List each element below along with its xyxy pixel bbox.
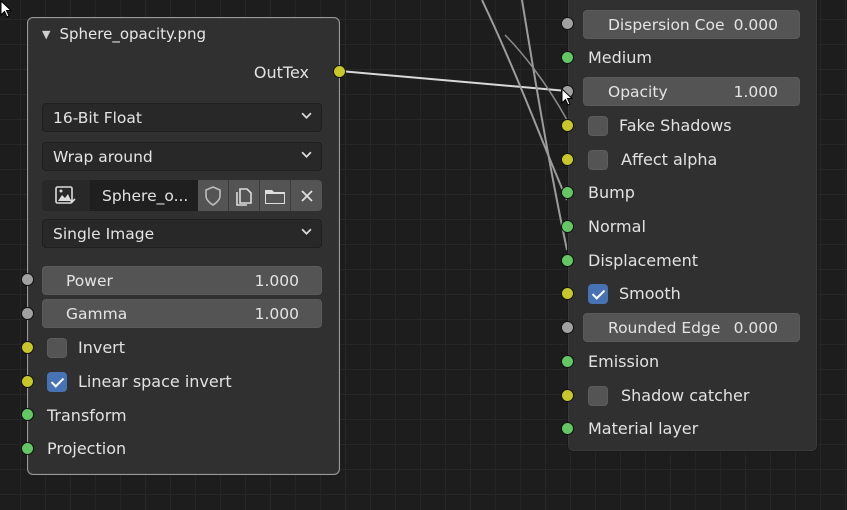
node-header[interactable]: ▼ Sphere_opacity.png (28, 18, 339, 50)
fake-shadows-checkbox[interactable] (588, 116, 608, 136)
normal-label: Normal (588, 217, 646, 236)
outtex-label: OutTex (253, 63, 309, 82)
dispersion-value: 0.000 (733, 15, 778, 34)
smooth-checkbox[interactable] (588, 284, 608, 304)
invert-socket[interactable] (21, 341, 34, 354)
shadow-catcher-label: Shadow catcher (621, 386, 750, 405)
mouse-pointer-icon (0, 0, 12, 18)
rounded-edge-label: Rounded Edge (608, 318, 721, 337)
node-title: Sphere_opacity.png (59, 25, 207, 43)
dispersion-socket[interactable] (561, 17, 574, 30)
outtex-socket[interactable] (333, 65, 346, 78)
rounded-edge-field[interactable]: Rounded Edge 0.000 (583, 313, 800, 342)
chevron-down-icon (301, 151, 312, 158)
fake-shadows-label: Fake Shadows (619, 116, 732, 135)
link-outtex-opacity (339, 70, 568, 92)
normal-socket[interactable] (561, 220, 574, 233)
image-name: Sphere_o... (102, 186, 189, 205)
collapse-arrow-icon[interactable]: ▼ (42, 28, 50, 41)
chevron-down-icon (301, 228, 312, 235)
affect-alpha-socket[interactable] (561, 153, 574, 166)
chevron-down-icon (301, 112, 312, 119)
unlink-image-button[interactable] (291, 180, 322, 211)
opacity-field[interactable]: Opacity 1.000 (583, 77, 800, 106)
image-selector-row: Sphere_o... (42, 180, 322, 211)
rounded-edge-value: 0.000 (733, 318, 778, 337)
gamma-field[interactable]: Gamma 1.000 (42, 299, 322, 328)
new-image-button[interactable] (229, 180, 260, 211)
image-browse-button[interactable] (42, 180, 91, 211)
affect-alpha-label: Affect alpha (621, 150, 718, 169)
shadow-catcher-checkbox[interactable] (588, 386, 608, 406)
power-label: Power (66, 271, 113, 290)
shield-icon (205, 185, 221, 206)
power-socket[interactable] (21, 273, 34, 286)
duplicate-icon (236, 187, 252, 206)
wrap-mode-dropdown[interactable]: Wrap around (42, 142, 322, 171)
image-name-field[interactable]: Sphere_o... (91, 180, 198, 211)
linear-space-invert-label: Linear space invert (78, 372, 232, 391)
close-icon (300, 189, 313, 202)
opacity-value: 1.000 (733, 82, 778, 101)
fake-user-button[interactable] (198, 180, 229, 211)
link-upper-c (504, 34, 568, 121)
power-field[interactable]: Power 1.000 (42, 266, 322, 295)
power-value: 1.000 (254, 271, 299, 290)
transform-label: Transform (47, 406, 127, 425)
medium-label: Medium (588, 48, 652, 67)
image-icon (55, 185, 76, 204)
smooth-label: Smooth (619, 284, 681, 303)
affect-alpha-checkbox[interactable] (588, 150, 608, 170)
bump-socket[interactable] (561, 186, 574, 199)
gamma-label: Gamma (66, 304, 128, 323)
bump-label: Bump (588, 183, 635, 202)
transform-socket[interactable] (21, 408, 34, 421)
dispersion-field[interactable]: Dispersion Coe 0.000 (583, 10, 800, 39)
shadow-catcher-socket[interactable] (561, 389, 574, 402)
material-layer-socket[interactable] (561, 422, 574, 435)
material-node[interactable]: Dispersion Coe 0.000 Medium Opacity 1.00… (567, 0, 818, 452)
invert-label: Invert (78, 338, 126, 357)
bit-depth-value: 16-Bit Float (53, 108, 142, 127)
image-type-value: Single Image (53, 224, 155, 243)
open-image-button[interactable] (260, 180, 291, 211)
gamma-value: 1.000 (254, 304, 299, 323)
rounded-edge-socket[interactable] (561, 321, 574, 334)
linear-space-invert-socket[interactable] (21, 375, 34, 388)
folder-icon (265, 189, 285, 204)
link-upper-a (481, 0, 568, 201)
bit-depth-dropdown[interactable]: 16-Bit Float (42, 103, 322, 132)
gamma-socket[interactable] (21, 307, 34, 320)
emission-socket[interactable] (561, 355, 574, 368)
projection-label: Projection (47, 439, 127, 458)
dispersion-label: Dispersion Coe (608, 15, 725, 34)
projection-socket[interactable] (21, 442, 34, 455)
fake-shadows-socket[interactable] (561, 119, 574, 132)
image-type-dropdown[interactable]: Single Image (42, 219, 322, 248)
emission-label: Emission (588, 352, 660, 371)
linear-space-invert-checkbox[interactable] (47, 372, 67, 392)
displacement-socket[interactable] (561, 254, 574, 267)
wrap-mode-value: Wrap around (53, 147, 153, 166)
image-texture-node[interactable]: ▼ Sphere_opacity.png OutTex 16-Bit Float… (27, 17, 340, 475)
opacity-label: Opacity (608, 82, 668, 101)
smooth-socket[interactable] (561, 287, 574, 300)
invert-checkbox[interactable] (47, 338, 67, 358)
material-layer-label: Material layer (588, 419, 699, 438)
medium-socket[interactable] (561, 51, 574, 64)
mouse-pointer-icon (561, 88, 573, 106)
displacement-label: Displacement (588, 251, 698, 270)
